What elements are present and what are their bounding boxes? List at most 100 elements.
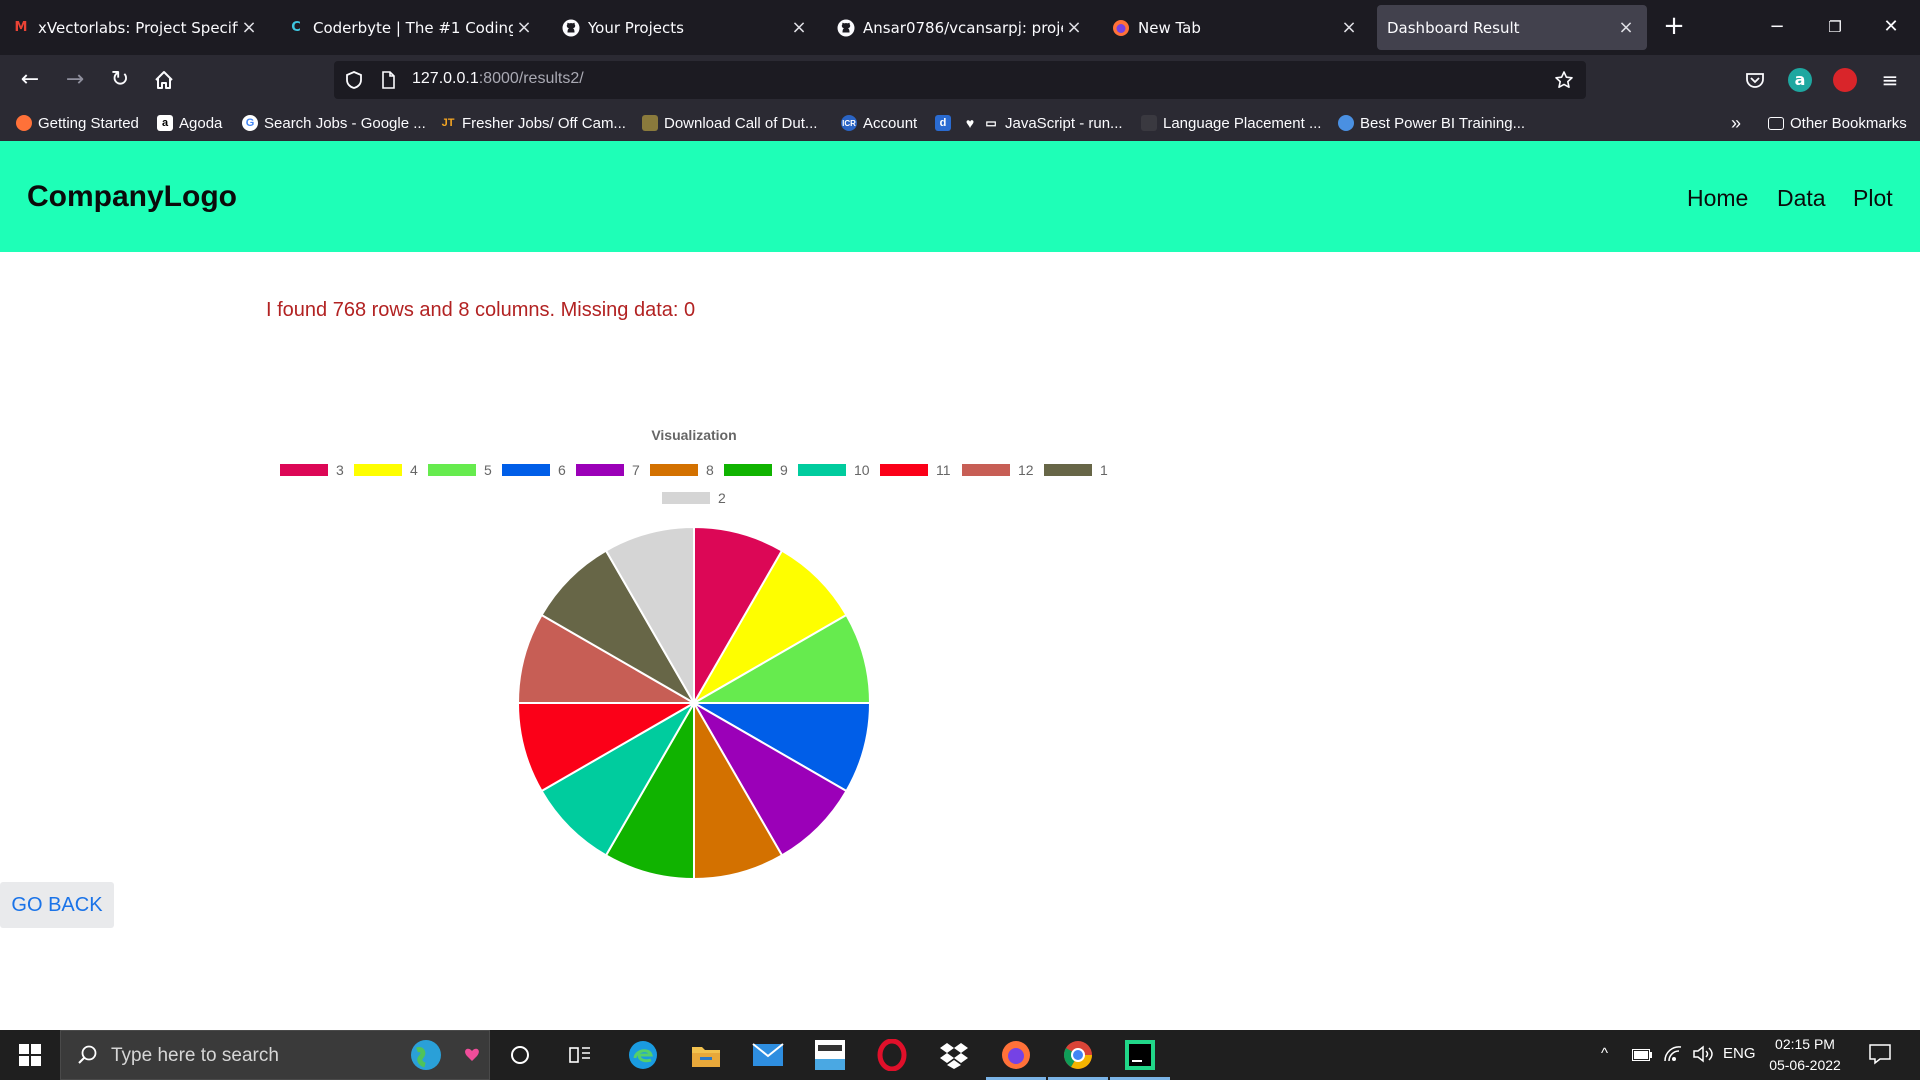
close-icon[interactable]: × [788,17,810,39]
cortana-icon[interactable] [500,1035,540,1075]
wifi-icon[interactable] [1663,1045,1683,1067]
home-icon[interactable] [149,65,179,95]
bookmark-item[interactable]: Getting Started [16,112,139,134]
chevron-up-icon[interactable]: ^ [1601,1045,1608,1062]
restore-icon[interactable]: ❐ [1818,12,1852,42]
bookmark-item[interactable]: G Search Jobs - Google ... [242,112,426,134]
star-icon[interactable] [1554,70,1574,90]
taskbar-clock[interactable]: 02:15 PM 05-06-2022 [1760,1034,1850,1076]
taskbar: Type here to search ^ ENG 02:15 PM 05-06… [0,1030,1920,1080]
nav-link-home[interactable]: Home [1687,185,1748,212]
browser-tab[interactable]: Ansar0786/vcansarpj: project × [837,5,1085,50]
bookmark-item[interactable]: d [935,112,957,134]
legend-item[interactable]: 10 [798,462,870,478]
globe-icon [409,1038,443,1076]
url-text[interactable]: 127.0.0.1:8000/results2/ [412,70,584,88]
bookmark-label: Fresher Jobs/ Off Cam... [462,114,626,132]
globe-icon [1338,115,1354,131]
chevron-double-right-icon[interactable]: » [1731,112,1741,134]
bookmark-label: Getting Started [38,114,139,132]
minimize-icon[interactable]: − [1760,12,1794,42]
bookmark-item[interactable]: ♥ [962,112,984,134]
go-back-button[interactable]: GO BACK [0,882,114,928]
bookmark-item[interactable]: a Agoda [157,112,222,134]
legend-label: 1 [1100,462,1108,478]
shield-icon[interactable] [344,70,364,90]
chrome-icon[interactable] [1048,1035,1108,1080]
legend-item[interactable]: 3 [280,462,344,478]
close-icon[interactable]: × [1338,17,1360,39]
back-arrow-icon[interactable]: ← [15,65,45,95]
close-icon[interactable]: × [1615,17,1637,39]
search-icon [77,1044,99,1070]
forward-arrow-icon[interactable]: → [60,65,90,95]
bookmark-label: Account [863,114,918,132]
bookmark-item[interactable]: Language Placement ... [1141,112,1321,134]
bookmark-item[interactable]: JT Fresher Jobs/ Off Cam... [440,112,626,134]
search-highlight-icon [461,1041,483,1073]
other-bookmarks[interactable]: Other Bookmarks [1768,112,1907,134]
taskbar-search-box[interactable]: Type here to search [60,1030,490,1080]
amazon-assistant-icon[interactable]: a [1788,68,1812,92]
amazon-icon[interactable] [810,1035,850,1075]
file-explorer-icon[interactable] [686,1035,726,1075]
task-view-icon[interactable] [560,1035,600,1075]
legend-label: 9 [780,462,788,478]
browser-tab[interactable]: M xVectorlabs: Project Specification × [12,5,260,50]
language-indicator[interactable]: ENG [1723,1045,1756,1062]
legend-item[interactable]: 6 [502,462,566,478]
dropbox-icon[interactable] [934,1035,974,1075]
site-header: CompanyLogo Home Data Plot [0,141,1920,252]
browser-tab-active[interactable]: Dashboard Result × [1377,5,1647,50]
legend-item[interactable]: 1 [1044,462,1108,478]
windows-start-icon[interactable] [0,1030,60,1080]
legend-item[interactable]: 5 [428,462,492,478]
agoda-icon: a [157,115,173,131]
battery-icon[interactable] [1632,1048,1652,1065]
legend-swatch [354,464,402,476]
edge-icon[interactable] [623,1035,663,1075]
legend-label: 11 [936,462,951,478]
legend-item[interactable]: 4 [354,462,418,478]
browser-tab[interactable]: Your Projects × [562,5,810,50]
menu-icon[interactable]: ≡ [1878,68,1902,92]
notifications-icon[interactable] [1868,1042,1892,1070]
close-icon[interactable]: × [238,17,260,39]
opera-icon[interactable] [872,1035,912,1075]
close-icon[interactable]: × [513,17,535,39]
volume-icon[interactable] [1692,1045,1714,1067]
legend-item[interactable]: 11 [880,462,951,478]
legend-item[interactable]: 8 [650,462,714,478]
legend-item[interactable]: 9 [724,462,788,478]
google-icon: G [242,115,258,131]
bookmark-label: JavaScript - run... [1005,114,1123,132]
legend-item[interactable]: 12 [962,462,1034,478]
address-bar[interactable]: 127.0.0.1:8000/results2/ [334,61,1586,99]
nav-link-data[interactable]: Data [1777,185,1826,212]
pocket-icon[interactable] [1743,68,1767,92]
chart-title: Visualization [651,427,736,443]
firefox-icon[interactable] [986,1035,1046,1080]
pycharm-icon[interactable] [1110,1035,1170,1080]
firefox-icon [1112,19,1130,37]
mail-icon[interactable] [748,1035,788,1075]
nav-link-plot[interactable]: Plot [1853,185,1893,212]
github-icon [837,19,855,37]
legend-item[interactable]: 2 [662,490,726,506]
bookmark-item[interactable]: ▭ JavaScript - run... [983,112,1123,134]
legend-swatch [650,464,698,476]
bookmark-item[interactable]: Download Call of Dut... [642,112,817,134]
bookmark-label: Other Bookmarks [1790,114,1907,132]
adblock-icon[interactable] [1833,68,1857,92]
bookmark-item[interactable]: Best Power BI Training... [1338,112,1525,134]
close-icon[interactable]: × [1063,17,1085,39]
browser-tab[interactable]: C Coderbyte | The #1 Coding Assessment × [287,5,535,50]
reload-icon[interactable]: ↻ [105,65,135,95]
window-close-icon[interactable]: ✕ [1874,12,1908,42]
bookmark-item[interactable]: ICR Account [841,112,917,134]
new-tab-button[interactable]: + [1660,12,1688,40]
heart-icon: ♥ [965,115,975,131]
legend-item[interactable]: 7 [576,462,640,478]
company-logo[interactable]: CompanyLogo [27,180,237,214]
browser-tab[interactable]: New Tab × [1112,5,1360,50]
